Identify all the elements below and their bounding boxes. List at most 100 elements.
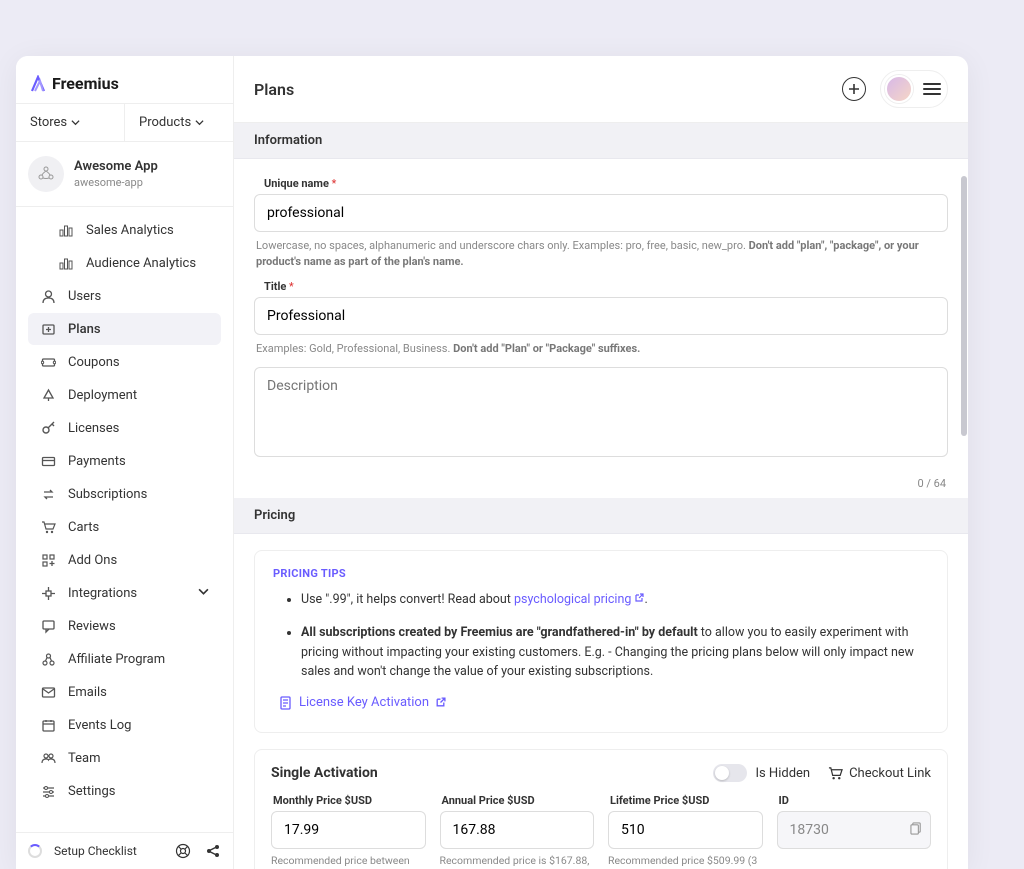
sidebar-item-plans[interactable]: Plans bbox=[28, 313, 221, 345]
sidebar-item-affiliate-program[interactable]: Affiliate Program bbox=[28, 643, 221, 675]
sidebar-item-label: Coupons bbox=[68, 355, 120, 370]
chevron-down-icon bbox=[198, 586, 209, 601]
sidebar-item-label: Reviews bbox=[68, 619, 116, 634]
share-icon[interactable] bbox=[205, 843, 221, 859]
sidebar-item-label: Deployment bbox=[68, 388, 137, 403]
monthly-price-input[interactable] bbox=[271, 811, 426, 849]
sidebar-item-events-log[interactable]: Events Log bbox=[28, 709, 221, 741]
id-display[interactable] bbox=[777, 811, 932, 849]
sidebar-item-team[interactable]: Team bbox=[28, 742, 221, 774]
id-label: ID bbox=[779, 794, 932, 807]
psychological-pricing-link[interactable]: psychological pricing bbox=[514, 592, 644, 607]
scrollbar[interactable] bbox=[960, 56, 968, 869]
cart-icon bbox=[828, 766, 843, 781]
brand-logo: Freemius bbox=[16, 56, 233, 103]
sidebar-item-label: Affiliate Program bbox=[68, 652, 165, 667]
selected-app[interactable]: Awesome App awesome-app bbox=[16, 142, 233, 207]
sidebar-item-subscriptions[interactable]: Subscriptions bbox=[28, 478, 221, 510]
affiliate-icon bbox=[40, 651, 56, 667]
sidebar-item-label: Add Ons bbox=[68, 553, 117, 568]
sidebar-item-label: Settings bbox=[68, 784, 115, 799]
title-input[interactable] bbox=[254, 297, 948, 335]
sidebar-item-label: Payments bbox=[68, 454, 126, 469]
addons-icon bbox=[40, 552, 56, 568]
unique-name-help: Lowercase, no spaces, alphanumeric and u… bbox=[256, 238, 946, 270]
sidebar-item-licenses[interactable]: Licenses bbox=[28, 412, 221, 444]
coupons-icon bbox=[40, 354, 56, 370]
menu-button[interactable] bbox=[923, 83, 941, 95]
users-icon bbox=[40, 288, 56, 304]
monthly-rec: Recommended price between $3.99 to $9.99… bbox=[271, 854, 426, 869]
lifetime-price-input[interactable] bbox=[608, 811, 763, 849]
sidebar-item-reviews[interactable]: Reviews bbox=[28, 610, 221, 642]
tip-item: Use ".99", it helps convert! Read about … bbox=[301, 590, 929, 609]
sidebar: Freemius Stores Products Awesome App awe… bbox=[16, 56, 234, 869]
sidebar-item-coupons[interactable]: Coupons bbox=[28, 346, 221, 378]
plans-icon bbox=[40, 321, 56, 337]
sidebar-footer: Setup Checklist bbox=[16, 832, 233, 869]
tip-item: All subscriptions created by Freemius ar… bbox=[301, 623, 929, 681]
page-title: Plans bbox=[254, 80, 294, 99]
copy-icon[interactable] bbox=[910, 822, 923, 838]
sidebar-item-emails[interactable]: Emails bbox=[28, 676, 221, 708]
integrations-icon bbox=[40, 585, 56, 601]
sidebar-item-payments[interactable]: Payments bbox=[28, 445, 221, 477]
sidebar-item-label: Licenses bbox=[68, 421, 119, 436]
bar-chart-icon bbox=[58, 255, 74, 271]
lifetime-price-label: Lifetime Price $USD bbox=[610, 794, 763, 807]
sidebar-item-label: Events Log bbox=[68, 718, 131, 733]
setup-checklist-link[interactable]: Setup Checklist bbox=[54, 844, 137, 858]
sidebar-item-label: Carts bbox=[68, 520, 99, 535]
app-icon bbox=[28, 156, 64, 192]
unique-name-input[interactable] bbox=[254, 194, 948, 232]
app-slug: awesome-app bbox=[74, 176, 158, 189]
single-activation-panel: Single Activation Is Hidden Checkout Lin… bbox=[254, 749, 948, 869]
title-help: Examples: Gold, Professional, Business. … bbox=[256, 341, 946, 357]
license-key-activation-link[interactable]: License Key Activation bbox=[299, 695, 429, 710]
freemius-logo-icon bbox=[30, 75, 46, 93]
calendar-icon bbox=[40, 717, 56, 733]
cart-icon bbox=[40, 519, 56, 535]
chevron-down-icon bbox=[195, 118, 204, 127]
sidebar-item-label: Sales Analytics bbox=[86, 223, 174, 238]
sidebar-item-sales-analytics[interactable]: Sales Analytics bbox=[28, 214, 221, 246]
brand-name: Freemius bbox=[52, 74, 119, 93]
avatar[interactable] bbox=[885, 75, 913, 103]
sidebar-item-carts[interactable]: Carts bbox=[28, 511, 221, 543]
lifebuoy-icon[interactable] bbox=[175, 843, 191, 859]
sidebar-item-label: Integrations bbox=[68, 586, 137, 601]
section-pricing: Pricing bbox=[234, 498, 968, 534]
deploy-icon bbox=[40, 387, 56, 403]
sidebar-item-users[interactable]: Users bbox=[28, 280, 221, 312]
external-link-icon bbox=[435, 697, 446, 708]
lifetime-rec: Recommended price $509.99 (3 Years x Ann… bbox=[608, 854, 763, 869]
tips-heading: PRICING TIPS bbox=[273, 567, 929, 580]
sidebar-item-add-ons[interactable]: Add Ons bbox=[28, 544, 221, 576]
nav-stores[interactable]: Stores bbox=[16, 104, 125, 141]
topbar: Plans bbox=[234, 56, 968, 123]
description-counter: 0 / 64 bbox=[234, 473, 968, 498]
annual-price-input[interactable] bbox=[440, 811, 595, 849]
sidebar-item-label: Users bbox=[68, 289, 101, 304]
plus-icon bbox=[848, 83, 860, 95]
sidebar-item-deployment[interactable]: Deployment bbox=[28, 379, 221, 411]
main-area: Plans Information Unique name Lowercase,… bbox=[234, 56, 968, 869]
add-button[interactable] bbox=[842, 77, 866, 101]
description-textarea[interactable] bbox=[254, 367, 948, 457]
sidebar-item-audience-analytics[interactable]: Audience Analytics bbox=[28, 247, 221, 279]
sidebar-item-settings[interactable]: Settings bbox=[28, 775, 221, 807]
team-icon bbox=[40, 750, 56, 766]
key-icon bbox=[40, 420, 56, 436]
sidebar-item-label: Emails bbox=[68, 685, 107, 700]
sidebar-item-label: Team bbox=[68, 751, 101, 766]
is-hidden-toggle[interactable] bbox=[713, 764, 747, 782]
external-link-icon bbox=[634, 593, 644, 603]
annual-rec: Recommended price is $167.88, $13.99 / m… bbox=[440, 854, 595, 869]
doc-icon bbox=[279, 696, 293, 710]
is-hidden-label: Is Hidden bbox=[755, 766, 810, 781]
content: Information Unique name Lowercase, no sp… bbox=[234, 123, 968, 869]
nav-products[interactable]: Products bbox=[125, 104, 233, 141]
checkout-link-button[interactable]: Checkout Link bbox=[828, 766, 931, 781]
sidebar-item-integrations[interactable]: Integrations bbox=[28, 577, 221, 609]
app-name: Awesome App bbox=[74, 159, 158, 174]
